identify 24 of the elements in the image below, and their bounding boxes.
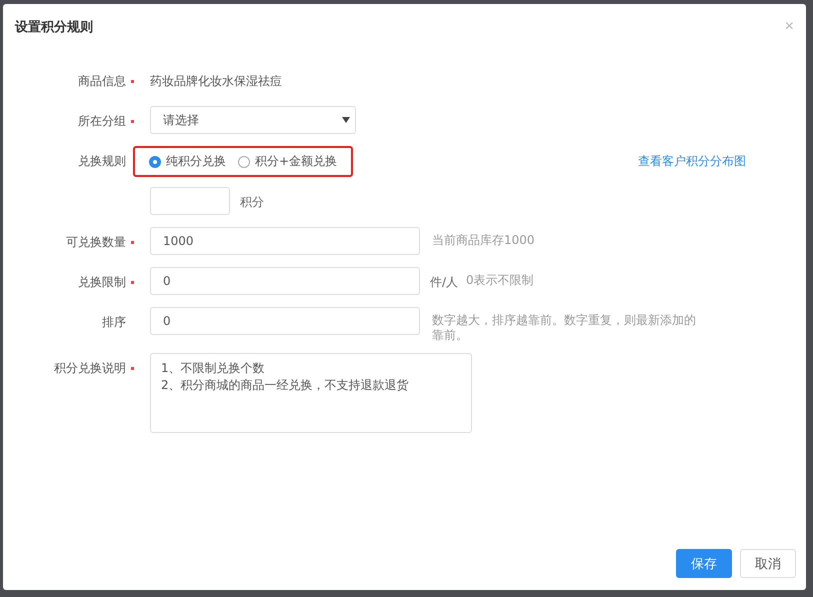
caret-icon xyxy=(342,117,350,123)
hint-text: 数字越大，排序越靠前。数字重复，则最新添加的靠前。 xyxy=(432,312,697,343)
input-field[interactable]: 0 xyxy=(150,267,420,295)
input-field[interactable]: 1000 xyxy=(150,227,420,255)
description-field[interactable]: 1、不限制兑换个数 2、积分商城的商品一经兑换，不支持退款退货 xyxy=(150,353,472,433)
field-label: 积分兑换说明 xyxy=(54,360,126,376)
radio-option[interactable]: 积分+金额兑换 xyxy=(238,153,338,170)
radio-option[interactable]: 纯积分兑换 xyxy=(149,153,226,170)
input-field[interactable]: 0 xyxy=(150,307,420,335)
hint-text: 0表示不限制 xyxy=(466,272,535,288)
group-select[interactable]: 请选择 xyxy=(150,106,356,134)
field-label: 所在分组 xyxy=(78,112,126,130)
field-label: 商品信息 xyxy=(78,72,126,90)
dialog-title: 设置积分规则 xyxy=(15,19,93,36)
field-label: 兑换规则 xyxy=(78,152,126,170)
product-name: 药妆品牌化妆水保湿祛痘 xyxy=(150,73,282,90)
points-field[interactable] xyxy=(150,187,230,215)
unit-label: 件/人 xyxy=(430,274,458,291)
cancel-button[interactable]: 取消 xyxy=(740,549,796,578)
field-label: 可兑换数量 xyxy=(66,234,126,250)
field-label: 排序 xyxy=(102,314,126,330)
field-label: 兑换限制 xyxy=(78,274,126,290)
unit-label: 积分 xyxy=(240,194,264,211)
hint-text: 当前商品库存1000 xyxy=(432,232,536,248)
